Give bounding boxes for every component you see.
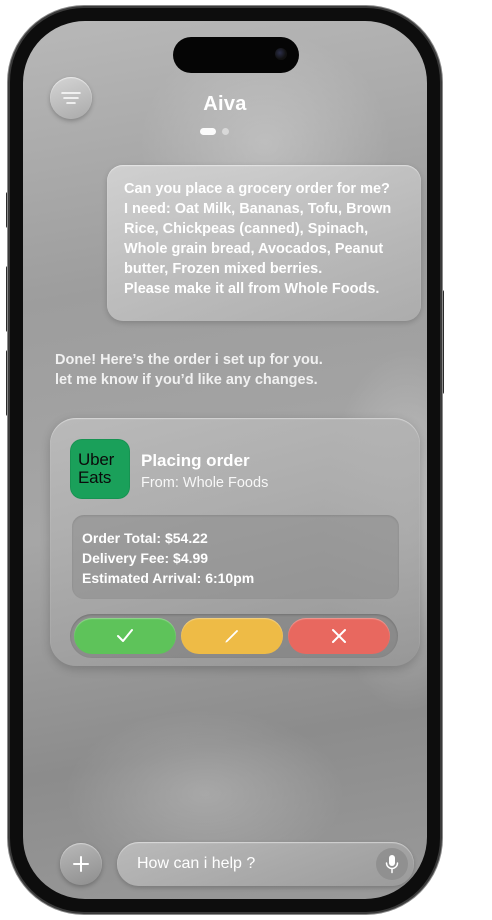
logo-text-uber: Uber — [78, 450, 115, 469]
order-store: From: Whole Foods — [141, 475, 269, 491]
check-icon — [117, 629, 133, 642]
page-dot[interactable] — [222, 128, 229, 135]
message-input-placeholder: How can i help ? — [137, 855, 256, 872]
dynamic-island — [173, 37, 299, 73]
confirm-order-button[interactable] — [74, 618, 176, 654]
page-dot-active[interactable] — [200, 128, 216, 135]
phone-mockup: Aiva Can you place a grocery order for m… — [0, 0, 492, 920]
screen: Aiva Can you place a grocery order for m… — [23, 21, 427, 899]
microphone-icon — [385, 855, 399, 874]
delivery-fee: Delivery Fee: $4.99 — [82, 550, 209, 566]
order-status-title: Placing order — [141, 451, 250, 470]
order-details: Order Total: $54.22 Delivery Fee: $4.99 … — [72, 515, 399, 599]
logo-text-eats: Eats — [78, 468, 112, 487]
microphone-button[interactable] — [376, 848, 408, 880]
edit-order-button[interactable] — [181, 618, 283, 654]
estimated-arrival: Estimated Arrival: 6:10pm — [82, 570, 255, 586]
close-icon — [332, 629, 346, 643]
order-total: Order Total: $54.22 — [82, 530, 208, 546]
cancel-order-button[interactable] — [288, 618, 390, 654]
message-input[interactable]: How can i help ? — [117, 842, 414, 886]
phone-frame: Aiva Can you place a grocery order for m… — [10, 8, 440, 912]
assistant-message: Done! Here’s the order i set up for you.… — [55, 352, 323, 388]
camera-lens — [275, 48, 287, 60]
uber-eats-logo: Uber Eats — [70, 439, 130, 499]
app-title: Aiva — [203, 93, 247, 115]
page-indicator[interactable] — [200, 128, 229, 135]
user-message-bubble: Can you place a grocery order for me? I … — [107, 165, 421, 321]
pencil-icon — [225, 630, 238, 643]
order-actions — [70, 614, 398, 658]
order-card: Uber Eats Placing order From: Whole Food… — [50, 418, 420, 666]
add-attachment-button[interactable] — [60, 843, 102, 885]
plus-icon — [73, 856, 89, 872]
